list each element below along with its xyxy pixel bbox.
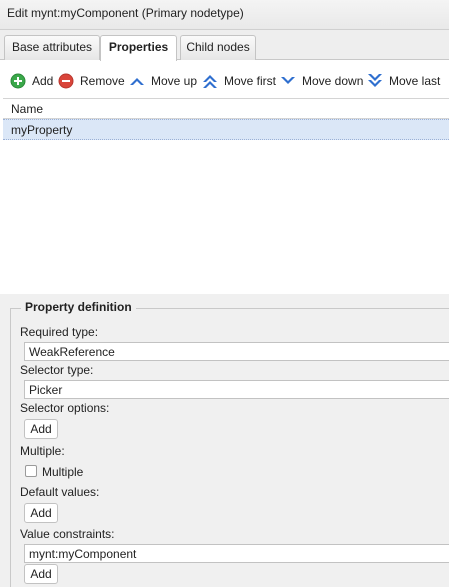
column-header-name[interactable]: Name: [3, 99, 449, 119]
toolbar: Add Remove Move up Move first Move down …: [0, 61, 449, 99]
tab-properties[interactable]: Properties: [100, 35, 177, 61]
properties-grid: Name myProperty: [3, 98, 449, 294]
table-row[interactable]: myProperty: [3, 119, 449, 140]
selector-options-label: Selector options:: [20, 401, 110, 415]
tab-child-nodes[interactable]: Child nodes: [180, 35, 256, 60]
move-down-button[interactable]: Move down: [280, 71, 363, 91]
value-constraints-add-button[interactable]: Add: [24, 564, 58, 584]
remove-button[interactable]: Remove: [58, 71, 125, 91]
value-constraints-label: Value constraints:: [20, 527, 115, 541]
chevron-down-icon: [280, 73, 296, 89]
move-last-button-label: Move last: [389, 74, 441, 88]
tab-bar: Base attributes Properties Child nodes: [0, 30, 449, 61]
move-up-button-label: Move up: [151, 74, 198, 88]
value-constraints-field[interactable]: mynt:myComponent: [24, 544, 449, 563]
move-up-button[interactable]: Move up: [129, 71, 197, 91]
double-chevron-up-icon: [202, 73, 218, 89]
move-first-button-label: Move first: [224, 74, 277, 88]
remove-button-label: Remove: [80, 74, 125, 88]
move-down-button-label: Move down: [302, 74, 364, 88]
add-button-label: Add: [32, 74, 54, 88]
default-values-add-button[interactable]: Add: [24, 503, 58, 523]
chevron-up-icon: [129, 73, 145, 89]
minus-circle-icon: [58, 73, 74, 89]
move-first-button[interactable]: Move first: [202, 71, 276, 91]
move-last-button[interactable]: Move last: [367, 71, 440, 91]
multiple-checkbox[interactable]: [25, 465, 37, 477]
default-values-label: Default values:: [20, 485, 100, 499]
required-type-field[interactable]: WeakReference: [24, 342, 449, 361]
add-button[interactable]: Add: [10, 71, 53, 91]
required-type-label: Required type:: [20, 325, 99, 339]
plus-circle-icon: [10, 73, 26, 89]
property-definition-panel: Property definition Required type: WeakR…: [0, 294, 449, 587]
multiple-label: Multiple:: [20, 444, 65, 458]
tab-base-attributes[interactable]: Base attributes: [4, 35, 100, 60]
property-definition-legend: Property definition: [21, 300, 136, 314]
selector-type-label: Selector type:: [20, 363, 94, 377]
window-title: Edit mynt:myComponent (Primary nodetype): [0, 0, 449, 30]
selector-type-field[interactable]: Picker: [24, 380, 449, 399]
multiple-checkbox-label[interactable]: Multiple: [42, 465, 83, 479]
selector-options-add-button[interactable]: Add: [24, 419, 58, 439]
double-chevron-down-icon: [367, 73, 383, 89]
